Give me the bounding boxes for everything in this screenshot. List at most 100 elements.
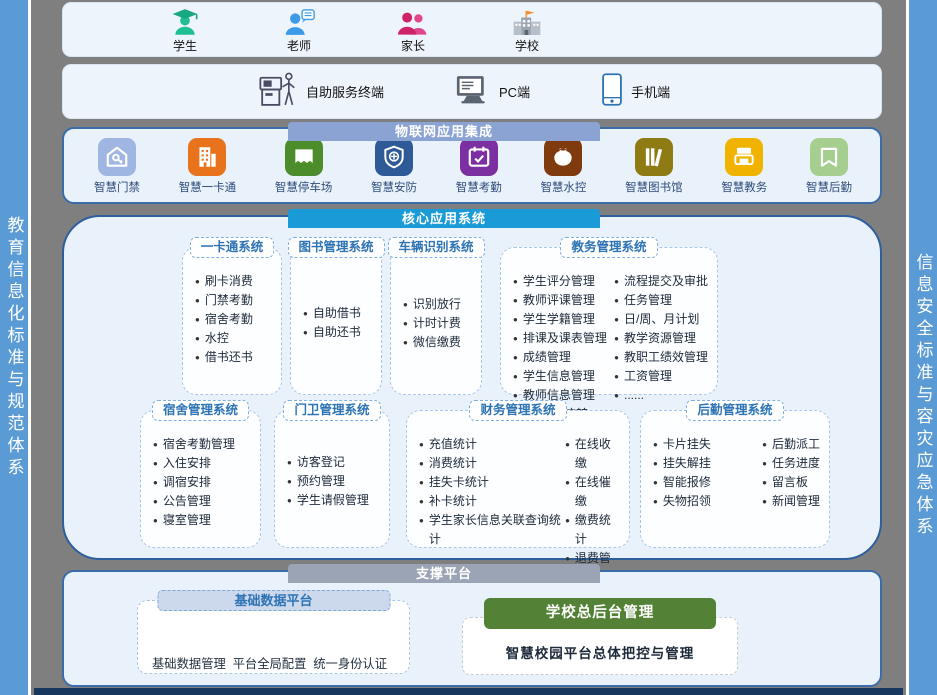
library-icon	[635, 138, 673, 176]
feature-item: ●工资管理	[614, 367, 708, 386]
feature-item: ●缴费统计	[565, 511, 620, 549]
bullet-icon: ●	[153, 454, 158, 473]
base-platform-line: 基础数据管理 平台全局配置 统一身份认证	[152, 655, 399, 674]
iot-item-label: 智慧教务	[721, 179, 767, 195]
bullet-icon: ●	[303, 323, 308, 342]
feature-item: ●计时计费	[403, 314, 461, 333]
feature-item: ●宿舍考勤管理	[153, 435, 235, 454]
bullet-icon: ●	[653, 492, 658, 511]
system-box: 门卫管理系统 ●访客登记●预约管理●学生请假管理	[274, 410, 390, 548]
iot-item-label: 智慧门禁	[94, 179, 140, 195]
feature-column: ●识别放行●计时计费●微信缴费	[403, 295, 461, 352]
bullet-icon: ●	[419, 511, 424, 549]
bullet-icon: ●	[565, 511, 570, 549]
pc-icon	[456, 75, 490, 109]
academic-icon	[725, 138, 763, 176]
water-icon	[544, 138, 582, 176]
bullet-icon: ●	[614, 329, 619, 348]
iot-item-label: 智慧后勤	[806, 179, 852, 195]
system-box: 宿舍管理系统 ●宿舍考勤管理●入住安排●调宿安排●公告管理●寝室管理	[140, 410, 261, 548]
feature-item: ●流程提交及审批	[614, 272, 708, 291]
feature-item: ●学生评分管理	[513, 272, 607, 291]
system-box-title: 教务管理系统	[560, 237, 657, 258]
iot-item: 智慧停车场	[275, 138, 333, 195]
users-panel: 学生 老师 家长 学校	[62, 2, 882, 57]
system-box: 后勤管理系统 ●卡片挂失●挂失解挂●智能报修●失物招领●后勤派工●任务进度●留言…	[640, 410, 830, 548]
system-box-title: 后勤管理系统	[686, 400, 783, 421]
bullet-icon: ●	[513, 348, 518, 367]
bullet-icon: ●	[614, 367, 619, 386]
feature-item: ●入住安排	[153, 454, 235, 473]
school-admin-title: 学校总后台管理	[484, 598, 716, 629]
system-box: 财务管理系统 ●充值统计●消费统计●挂失卡统计●补卡统计●学生家长信息关联查询统…	[406, 410, 630, 548]
iot-item: 智慧后勤	[806, 138, 852, 195]
iot-item: 智慧水控	[540, 138, 586, 195]
feature-item: ●智能报修	[653, 473, 711, 492]
devices-panel: 自助服务终端 PC端 手机端	[62, 64, 882, 119]
feature-item: ●在线收缴	[565, 435, 620, 473]
parking-icon	[285, 138, 323, 176]
feature-item: ●公告管理	[153, 492, 235, 511]
feature-item: ●任务管理	[614, 291, 708, 310]
system-box-title: 财务管理系统	[469, 400, 566, 421]
roles-row: 学生 老师 家长 学校	[63, 3, 881, 54]
left-standards-sidebar: 教育信息化标准与规范体系	[0, 0, 31, 695]
feature-item: ●学生信息管理	[513, 367, 607, 386]
iot-item: 智慧图书馆	[625, 138, 683, 195]
system-box-title: 一卡通系统	[190, 237, 275, 258]
feature-item: ●在线催缴	[565, 473, 620, 511]
bullet-icon: ●	[762, 492, 767, 511]
bullet-icon: ●	[195, 272, 200, 291]
iot-item-label: 智慧图书馆	[625, 179, 683, 195]
bullet-icon: ●	[287, 491, 292, 510]
school-icon	[512, 7, 542, 35]
feature-item: ●失物招领	[653, 492, 711, 511]
one-card-icon	[188, 138, 226, 176]
iot-item-label: 智慧考勤	[456, 179, 502, 195]
bullet-icon: ●	[195, 310, 200, 329]
bullet-icon: ●	[419, 492, 424, 511]
bullet-icon: ●	[614, 291, 619, 310]
feature-item: ●预约管理	[287, 472, 369, 491]
bullet-icon: ●	[195, 329, 200, 348]
feature-item: ●借书还书	[195, 348, 253, 367]
bullet-icon: ●	[513, 329, 518, 348]
feature-item: ●补卡统计	[419, 492, 565, 511]
devices-row: 自助服务终端 PC端 手机端	[63, 65, 881, 118]
support-section-header: 支撑平台	[288, 564, 600, 583]
bullet-icon: ●	[762, 473, 767, 492]
bullet-icon: ●	[403, 295, 408, 314]
feature-item: ●消费统计	[419, 454, 565, 473]
iot-item-label: 智慧一卡通	[179, 179, 237, 195]
right-sidebar-label: 信息安全标准与容灾应急体系	[911, 253, 936, 539]
bullet-icon: ●	[403, 333, 408, 352]
bullet-icon: ●	[614, 386, 619, 405]
bullet-icon: ●	[195, 348, 200, 367]
bullet-icon: ●	[653, 435, 658, 454]
student-icon	[170, 7, 200, 35]
feature-item: ●寝室管理	[153, 511, 235, 530]
base-data-platform-box: 基础数据平台 基础数据管理 平台全局配置 统一身份认证 用户账户与权限管理 单点…	[137, 600, 410, 674]
bullet-icon: ●	[153, 435, 158, 454]
feature-column: ●卡片挂失●挂失解挂●智能报修●失物招领	[653, 435, 711, 541]
role-label: 家长	[401, 37, 425, 54]
bullet-icon: ●	[419, 473, 424, 492]
feature-column: ●访客登记●预约管理●学生请假管理	[287, 453, 369, 510]
system-box: 教务管理系统 ●学生评分管理●教师评课管理●学生学籍管理●排课及课表管理●成绩管…	[500, 247, 718, 395]
phone-icon	[602, 73, 622, 111]
bullet-icon: ●	[287, 472, 292, 491]
iot-item: 智慧教务	[721, 138, 767, 195]
feature-item: ●水控	[195, 329, 253, 348]
base-data-platform-title: 基础数据平台	[157, 590, 390, 611]
system-box-title: 图书管理系统	[288, 237, 385, 258]
feature-column: ●自助借书●自助还书	[303, 304, 361, 342]
bullet-icon: ●	[762, 454, 767, 473]
iot-section-header: 物联网应用集成	[288, 122, 600, 141]
feature-item: ●学生学籍管理	[513, 310, 607, 329]
bullet-icon: ●	[762, 435, 767, 454]
iot-item-label: 智慧水控	[540, 179, 586, 195]
bullet-icon: ●	[565, 435, 570, 473]
system-box: 图书管理系统 ●自助借书●自助还书	[290, 247, 382, 395]
feature-item: ●微信缴费	[403, 333, 461, 352]
logistics-icon	[810, 138, 848, 176]
